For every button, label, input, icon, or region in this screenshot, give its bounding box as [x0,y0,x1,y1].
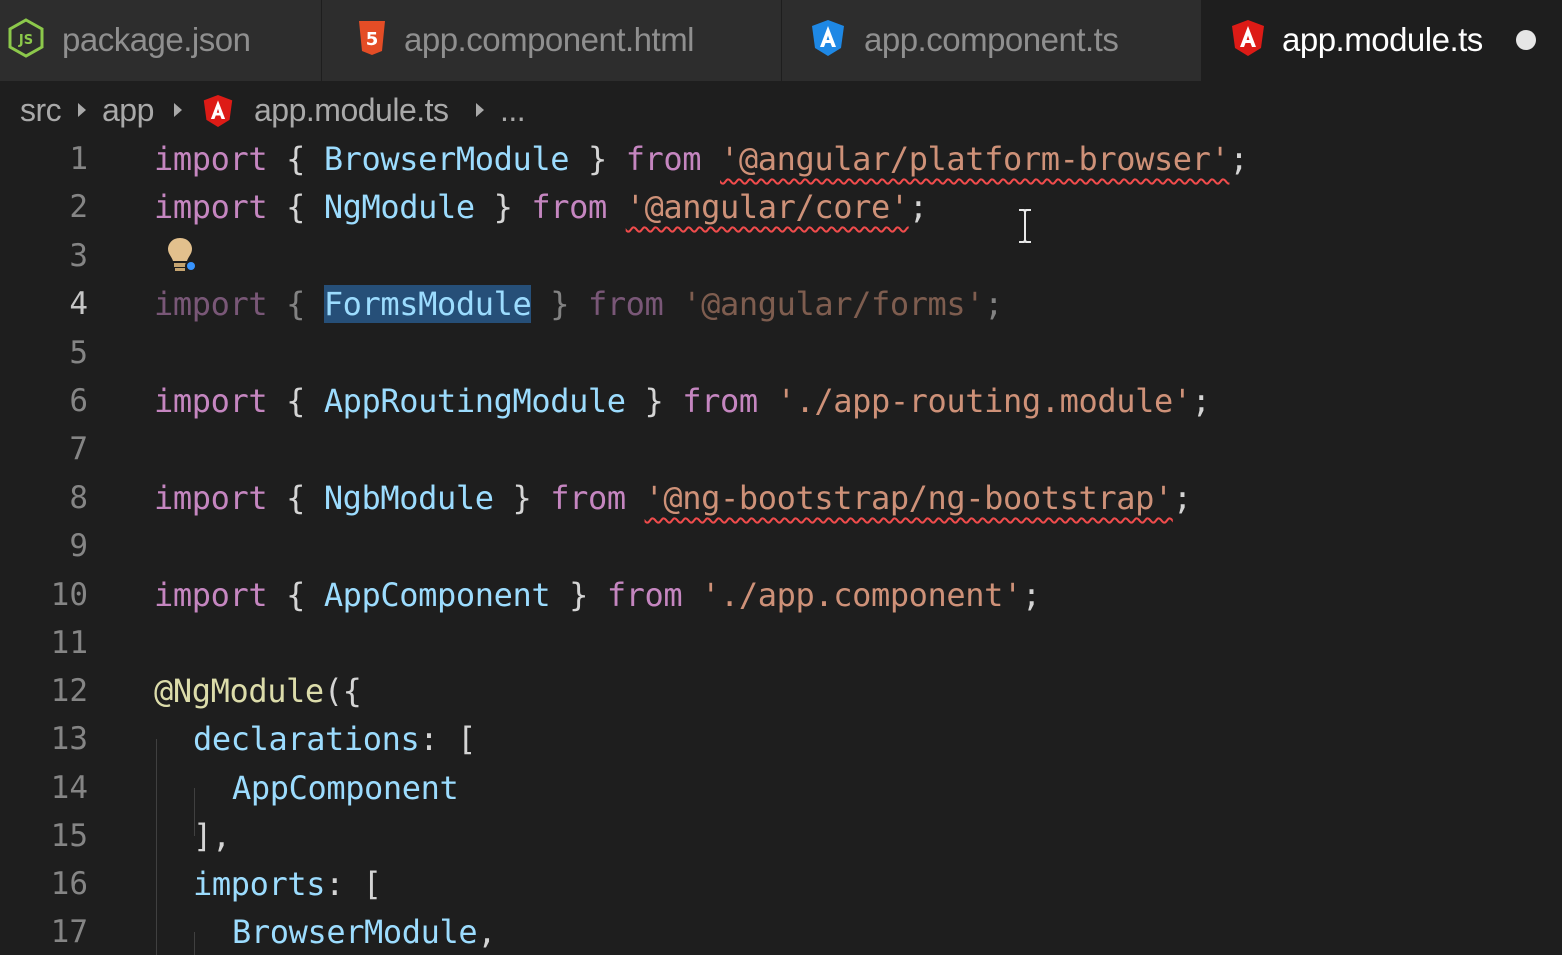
indent-guide [194,932,195,955]
error-squiggle: '@angular/platform-browser' [720,140,1230,178]
code-line-17: BrowserModule, [232,913,497,951]
breadcrumb-separator-icon [78,103,86,117]
breadcrumb-item-symbols[interactable]: ... [500,89,526,131]
tab-app-component-html[interactable]: 5 app.component.html [322,0,782,81]
breadcrumb-item-src[interactable]: src [20,89,62,131]
angular-icon [1232,20,1264,56]
line-number: 7 [69,431,88,467]
code-line-10: import { AppComponent } from './app.comp… [154,576,1041,614]
angular-icon [203,95,233,127]
tab-label: app.module.ts [1282,21,1483,58]
breadcrumb-item-app[interactable]: app [102,89,154,131]
code-line-15: ], [193,817,231,855]
line-number: 13 [50,721,88,757]
tab-label: app.component.ts [864,21,1119,58]
svg-text:5: 5 [366,29,379,50]
error-squiggle: '@ng-bootstrap/ng-bootstrap' [644,479,1174,517]
code-line-6: import { AppRoutingModule } from './app-… [154,382,1211,420]
code-line-13: declarations: [ [193,720,476,758]
code-line-2: import { NgModule } from '@angular/core'… [154,188,928,226]
selected-text[interactable]: FormsModule [323,285,532,323]
nodejs-icon: JS [8,18,44,58]
lightbulb-icon[interactable] [164,236,202,276]
indent-guide [156,739,157,955]
breadcrumb: src app app.module.ts ... [0,81,1562,139]
code-line-16: imports: [ [193,865,382,903]
line-number: 14 [50,770,88,806]
line-number: 2 [69,189,88,225]
breadcrumb-item-file[interactable]: app.module.ts [254,89,449,131]
tab-label: package.json [62,21,251,58]
line-number: 17 [50,914,88,950]
line-number: 16 [50,866,88,902]
line-number: 10 [50,577,88,613]
line-number: 6 [69,383,88,419]
code-line-4: import { FormsModule } from '@angular/fo… [154,285,1004,323]
unsaved-changes-dot-icon[interactable] [1516,30,1536,50]
line-number: 11 [50,625,88,661]
text-cursor-icon [1019,209,1031,243]
tab-package-json[interactable]: JS package.json [0,0,322,81]
html5-icon: 5 [359,21,385,55]
line-number-current: 4 [69,286,88,322]
tab-label: app.component.html [404,21,695,58]
tab-bar: JS package.json 5 app.component.html app… [0,0,1562,81]
editor-window: JS package.json 5 app.component.html app… [0,0,1562,955]
breadcrumb-separator-icon [174,103,182,117]
svg-text:JS: JS [18,33,33,48]
tab-app-component-ts[interactable]: app.component.ts [782,0,1202,81]
line-number: 15 [50,818,88,854]
line-number: 12 [50,673,88,709]
angular-icon [812,20,844,56]
code-line-1: import { BrowserModule } from '@angular/… [154,140,1249,178]
code-line-14: AppComponent [232,769,459,807]
line-number: 3 [69,238,88,274]
tab-app-module-ts[interactable]: app.module.ts [1202,0,1562,81]
code-editor[interactable]: 1 2 3 4 5 6 7 8 9 10 11 12 13 14 15 16 1… [0,135,1562,955]
line-number: 1 [69,141,88,177]
code-line-8: import { NgbModule } from '@ng-bootstrap… [154,479,1192,517]
breadcrumb-separator-icon [476,103,484,117]
line-number: 9 [69,528,88,564]
line-number: 5 [69,335,88,371]
error-squiggle: '@angular/core' [625,188,909,226]
line-number: 8 [69,480,88,516]
code-line-12: @NgModule({ [154,672,362,710]
